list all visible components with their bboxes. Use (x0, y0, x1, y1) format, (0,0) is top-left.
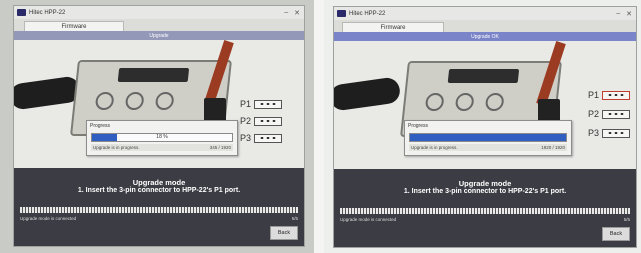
port-label-p1: P1 (588, 90, 600, 100)
servo-connector (204, 98, 226, 122)
title-bar: Hitec HPP-22 – ✕ (334, 7, 636, 20)
port-p2-icon (254, 116, 282, 126)
progress-dialog: Progress 18 % Upgrade is in progress. 34… (86, 120, 238, 156)
progress-title: Progress (408, 123, 429, 129)
board-button-1 (424, 93, 445, 111)
port-p2-icon (602, 109, 630, 119)
port-p3-icon (254, 133, 282, 143)
progress-count: 345 / 1920 (209, 145, 231, 150)
port-row-p2: P2 (240, 116, 282, 126)
tab-label: Firmware (380, 25, 406, 31)
section-header: Upgrade OK (334, 32, 636, 41)
window-title: Hitec HPP-22 (349, 10, 386, 17)
minimize-icon[interactable]: – (616, 10, 620, 18)
port-label-p3: P3 (240, 133, 252, 143)
tab-bar: Firmware (14, 19, 304, 32)
port-p3-icon (602, 128, 630, 138)
progress-count: 1920 / 1920 (541, 145, 565, 150)
tab-bar: Firmware (334, 20, 636, 33)
mode-instruction: 1. Insert the 3-pin connector to HPP-22'… (77, 187, 241, 194)
progress-status: Upgrade is in progress. 1920 / 1920 (409, 144, 567, 151)
instruction-panel: Upgrade mode 1. Insert the 3-pin connect… (14, 168, 304, 246)
minimize-icon[interactable]: – (284, 9, 288, 17)
mode-title: Upgrade mode (458, 179, 512, 188)
progress-bar (409, 133, 567, 142)
close-icon[interactable]: ✕ (294, 9, 300, 17)
tab-label: Firmware (61, 24, 87, 30)
port-row-p3: P3 (588, 128, 630, 138)
progress-status-text: Upgrade is in progress. (93, 145, 140, 150)
board-button-3 (484, 93, 505, 111)
photo-divider (314, 0, 324, 253)
step-count: 5/5 (623, 217, 630, 222)
close-icon[interactable]: ✕ (626, 10, 632, 18)
section-header: Upgrade (14, 31, 304, 40)
progress-title: Progress (90, 123, 111, 129)
status-row: Upgrade mode is connected 5/5 (340, 217, 630, 222)
connection-status: Upgrade mode is connected (20, 216, 77, 221)
instruction-panel: Upgrade mode 1. Insert the 3-pin connect… (334, 169, 636, 247)
port-p1-icon (602, 90, 630, 100)
board-logo (117, 68, 190, 82)
progress-status: Upgrade is in progress. 345 / 1920 (91, 144, 233, 151)
progress-fill (410, 134, 566, 141)
app-icon (17, 9, 26, 16)
board-button-2 (454, 93, 475, 111)
usb-cable (14, 75, 82, 111)
step-count: 5/5 (291, 216, 298, 221)
app-icon (337, 10, 346, 17)
port-label-p1: P1 (240, 99, 252, 109)
port-row-p1: P1 (588, 90, 630, 100)
progress-bar: 18 % (91, 133, 233, 142)
title-bar: Hitec HPP-22 – ✕ (14, 6, 304, 19)
board-logo (447, 69, 520, 83)
usb-cable (334, 76, 402, 112)
port-p1-icon (254, 99, 282, 109)
board-button-1 (94, 92, 115, 110)
progress-status-text: Upgrade is in progress. (411, 145, 458, 150)
mode-instruction: 1. Insert the 3-pin connector to HPP-22'… (403, 188, 567, 195)
connection-status: Upgrade mode is connected (340, 217, 397, 222)
back-button[interactable]: Back (602, 227, 630, 241)
window-title: Hitec HPP-22 (29, 9, 66, 16)
step-indicator (20, 207, 298, 213)
port-row-p3: P3 (240, 133, 282, 143)
board-button-3 (154, 92, 175, 110)
status-row: Upgrade mode is connected 5/5 (20, 216, 298, 221)
port-label-p3: P3 (588, 128, 600, 138)
board-button-2 (124, 92, 145, 110)
step-indicator (340, 208, 630, 214)
left-app-window: Hitec HPP-22 – ✕ Firmware Upgrade P1 P2 … (14, 6, 304, 246)
mode-title: Upgrade mode (132, 178, 186, 187)
progress-percent: 18 % (156, 134, 168, 140)
port-row-p1: P1 (240, 99, 282, 109)
port-label-p2: P2 (240, 116, 252, 126)
progress-dialog: Progress Upgrade is in progress. 1920 / … (404, 120, 572, 156)
back-button[interactable]: Back (270, 226, 298, 240)
port-label-p2: P2 (588, 109, 600, 119)
port-row-p2: P2 (588, 109, 630, 119)
right-app-window: Hitec HPP-22 – ✕ Firmware Upgrade OK P1 … (334, 7, 636, 247)
